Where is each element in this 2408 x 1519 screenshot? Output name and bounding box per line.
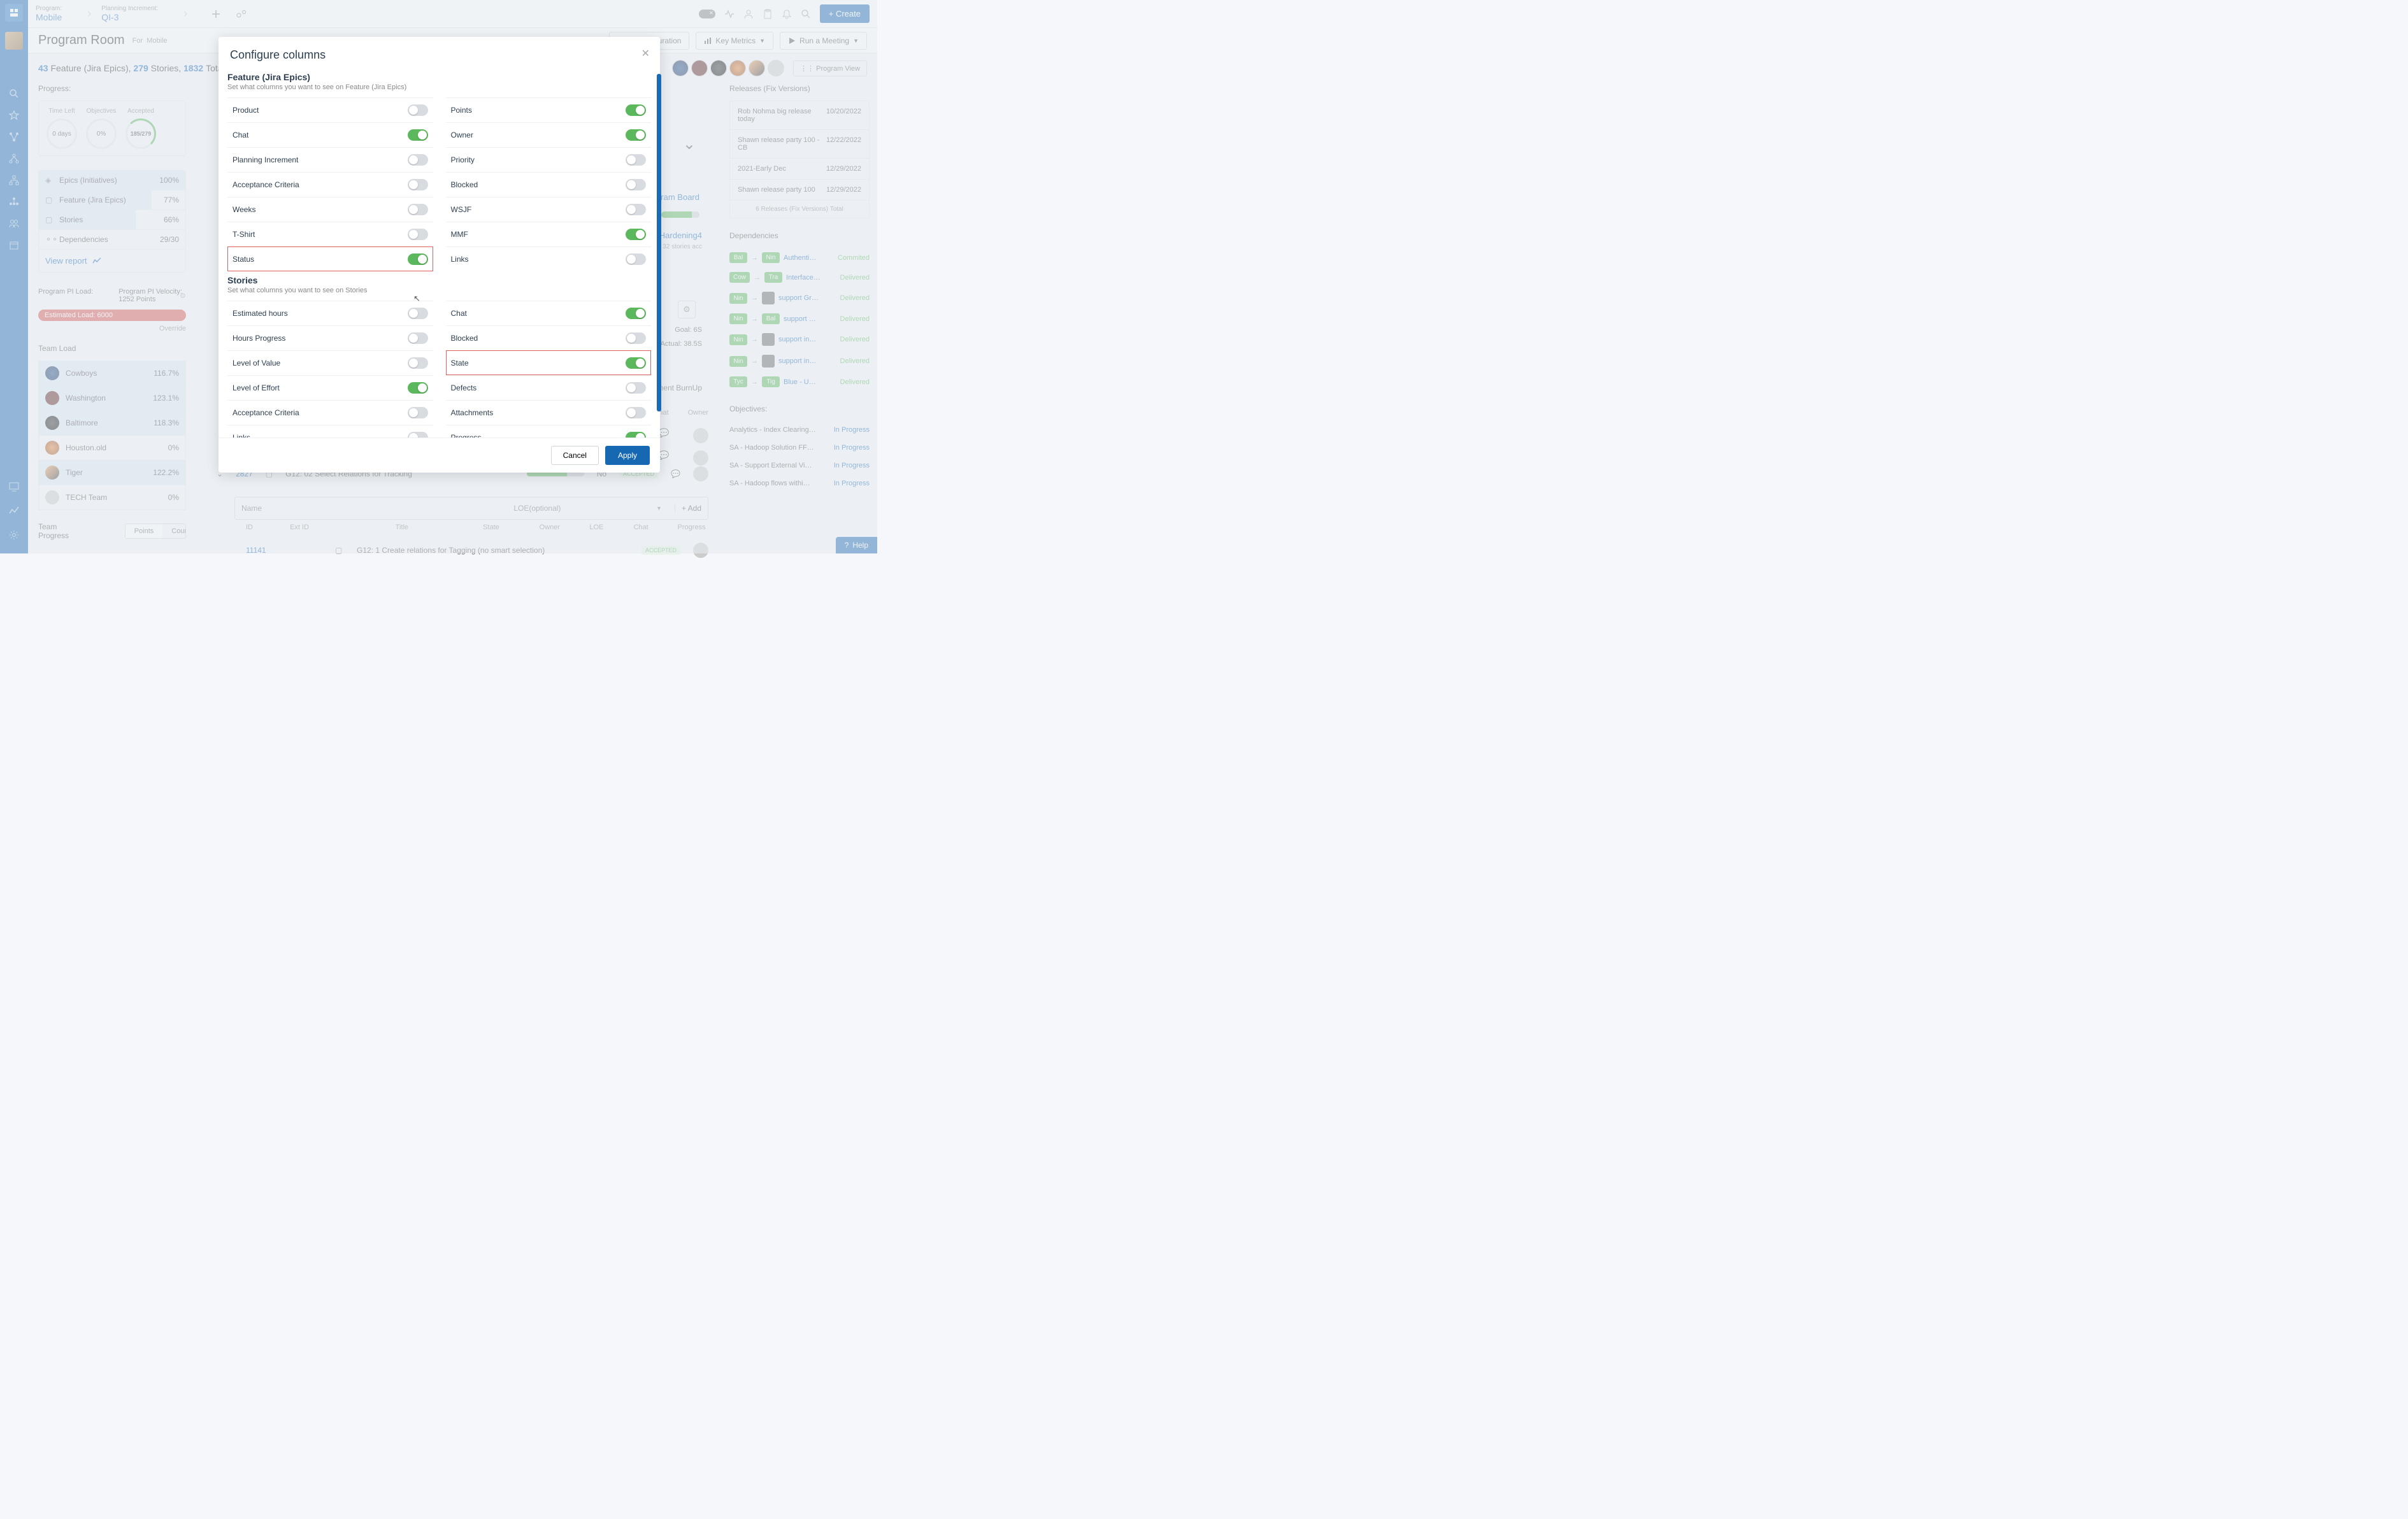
toggle-switch[interactable] [626, 154, 646, 166]
toggle-label: Links [451, 255, 469, 264]
cancel-button[interactable]: Cancel [551, 446, 599, 465]
toggle-label: MMF [451, 230, 468, 239]
toggle-switch[interactable] [626, 407, 646, 418]
toggle-switch[interactable] [408, 382, 428, 394]
toggle-switch[interactable] [408, 179, 428, 190]
toggle-switch[interactable] [408, 432, 428, 438]
toggle-row: Acceptance Criteria [227, 400, 433, 425]
toggle-switch[interactable] [408, 357, 428, 369]
toggle-row: Points [446, 97, 652, 122]
toggle-switch[interactable] [626, 104, 646, 116]
toggle-switch[interactable] [408, 229, 428, 240]
toggle-row: Estimated hours [227, 301, 433, 325]
toggle-row: MMF [446, 222, 652, 246]
toggle-row: Product [227, 97, 433, 122]
configure-columns-modal: Configure columns ✕ Feature (Jira Epics)… [219, 37, 660, 473]
toggle-switch[interactable] [408, 332, 428, 344]
toggle-row: Chat [446, 301, 652, 325]
toggle-switch[interactable] [626, 357, 646, 369]
toggle-label: Links [233, 433, 250, 438]
toggle-row: State [446, 350, 652, 375]
toggle-row: WSJF [446, 197, 652, 222]
toggle-row: Status [227, 246, 433, 271]
toggle-label: Hours Progress [233, 334, 285, 343]
toggle-switch[interactable] [626, 382, 646, 394]
toggle-row: Level of Value [227, 350, 433, 375]
toggle-row: Blocked [446, 172, 652, 197]
toggle-row: Owner [446, 122, 652, 147]
toggle-row: Acceptance Criteria [227, 172, 433, 197]
toggle-row: Level of Effort [227, 375, 433, 400]
toggle-row: Blocked [446, 325, 652, 350]
toggle-label: Owner [451, 131, 473, 139]
toggle-label: T-Shirt [233, 230, 255, 239]
toggle-switch[interactable] [626, 332, 646, 344]
toggle-label: Chat [233, 131, 248, 139]
toggle-row: Links [227, 425, 433, 438]
toggle-switch[interactable] [408, 129, 428, 141]
toggle-label: Blocked [451, 334, 478, 343]
toggle-label: Defects [451, 383, 477, 392]
toggle-label: Level of Value [233, 359, 280, 367]
toggle-label: Points [451, 106, 472, 115]
toggle-label: Product [233, 106, 259, 115]
toggle-switch[interactable] [626, 432, 646, 438]
modal-title: Configure columns [230, 48, 649, 62]
toggle-switch[interactable] [626, 204, 646, 215]
toggle-row: Chat [227, 122, 433, 147]
apply-button[interactable]: Apply [605, 446, 650, 465]
toggle-label: Estimated hours [233, 309, 288, 318]
toggle-label: Level of Effort [233, 383, 280, 392]
toggle-row: Progress [446, 425, 652, 438]
toggle-switch[interactable] [626, 253, 646, 265]
toggle-label: Blocked [451, 180, 478, 189]
toggle-label: Status [233, 255, 254, 264]
modal-scrollbar[interactable] [657, 74, 661, 411]
toggle-label: State [451, 359, 469, 367]
toggle-label: Progress [451, 433, 482, 438]
toggle-row: Links [446, 246, 652, 271]
toggle-row: Weeks [227, 197, 433, 222]
toggle-row: Planning Increment [227, 147, 433, 172]
toggle-switch[interactable] [626, 129, 646, 141]
toggle-switch[interactable] [408, 407, 428, 418]
toggle-row: Attachments [446, 400, 652, 425]
toggle-label: WSJF [451, 205, 472, 214]
toggle-switch[interactable] [408, 104, 428, 116]
toggle-switch[interactable] [408, 204, 428, 215]
toggle-label: Priority [451, 155, 475, 164]
toggle-row: Priority [446, 147, 652, 172]
toggle-label: Weeks [233, 205, 255, 214]
toggle-row: T-Shirt [227, 222, 433, 246]
toggle-switch[interactable] [626, 179, 646, 190]
toggle-row: Hours Progress [227, 325, 433, 350]
toggle-label: Attachments [451, 408, 494, 417]
close-icon[interactable]: ✕ [641, 47, 650, 60]
toggle-switch[interactable] [626, 229, 646, 240]
toggle-switch[interactable] [626, 308, 646, 319]
toggle-switch[interactable] [408, 154, 428, 166]
toggle-switch[interactable] [408, 253, 428, 265]
toggle-row: Defects [446, 375, 652, 400]
toggle-label: Acceptance Criteria [233, 408, 299, 417]
toggle-label: Acceptance Criteria [233, 180, 299, 189]
toggle-label: Chat [451, 309, 467, 318]
toggle-switch[interactable] [408, 308, 428, 319]
toggle-label: Planning Increment [233, 155, 298, 164]
